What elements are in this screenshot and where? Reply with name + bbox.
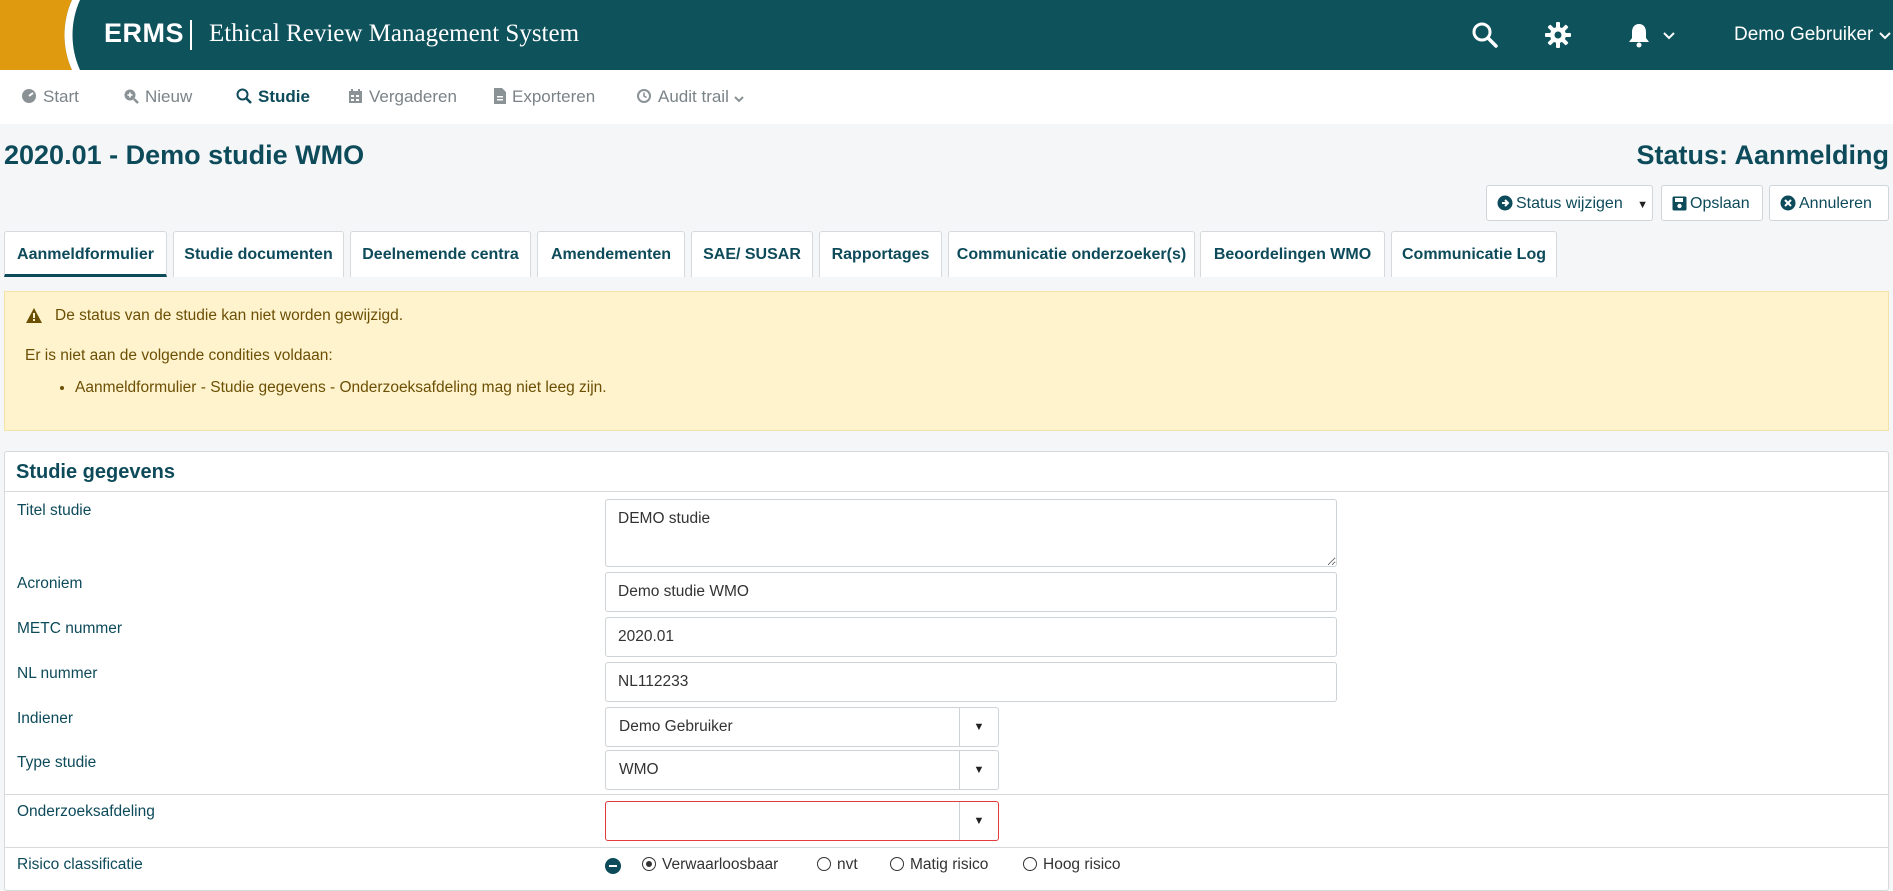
tab-communicatie-onderzoekers[interactable]: Communicatie onderzoeker(s) — [948, 231, 1195, 277]
clear-selection-icon[interactable] — [605, 858, 621, 874]
warning-icon — [26, 308, 42, 323]
calendar-icon — [349, 89, 362, 103]
radio-verwaarloosbaar[interactable]: Verwaarloosbaar — [642, 856, 778, 874]
nl-nummer-field[interactable] — [605, 662, 1337, 702]
radio-label: Matig risico — [910, 856, 989, 873]
type-studie-label: Type studie — [17, 754, 97, 771]
indiener-select[interactable]: Demo Gebruiker ▼ — [605, 707, 999, 747]
main-nav: Start Nieuw Studie Vergaderen Exporteren… — [0, 70, 1893, 124]
caret-down-icon: ▼ — [959, 802, 998, 840]
nav-start[interactable]: Start — [21, 70, 79, 124]
arrow-circle-right-icon — [1497, 195, 1513, 211]
chevron-down-icon — [1879, 32, 1892, 40]
save-button[interactable]: Opslaan — [1661, 185, 1763, 221]
status-title: Status: Aanmelding — [1636, 140, 1889, 170]
onderzoeksafdeling-select[interactable]: ▼ — [605, 801, 999, 841]
nav-exporteren[interactable]: Exporteren — [494, 70, 595, 124]
nav-start-label: Start — [43, 87, 79, 106]
radio-label: Verwaarloosbaar — [662, 856, 779, 873]
acroniem-label: Acroniem — [17, 575, 83, 592]
tab-bar: Aanmeldformulier Studie documenten Deeln… — [0, 231, 1893, 277]
brand-subtitle: Ethical Review Management System — [209, 20, 580, 47]
tab-sae-susar[interactable]: SAE/ SUSAR — [691, 231, 813, 277]
search-plus-icon — [124, 89, 139, 104]
radio-unchecked-icon — [1023, 857, 1037, 871]
tab-studie-documenten[interactable]: Studie documenten — [173, 231, 344, 277]
indiener-value: Demo Gebruiker — [619, 718, 733, 735]
user-menu[interactable]: Demo Gebruiker — [1734, 24, 1892, 46]
acroniem-field[interactable] — [605, 572, 1337, 612]
logo-icon — [0, 0, 80, 70]
history-icon — [637, 89, 651, 103]
caret-down-icon: ▼ — [959, 708, 998, 746]
section-title: Studie gegevens — [5, 452, 1888, 492]
search-icon[interactable] — [1470, 20, 1500, 50]
risico-classificatie-label: Risico classificatie — [17, 856, 143, 873]
radio-label: Hoog risico — [1043, 856, 1121, 873]
nav-vergaderen-label: Vergaderen — [369, 87, 457, 106]
tab-rapportages[interactable]: Rapportages — [819, 231, 942, 277]
radio-unchecked-icon — [890, 857, 904, 871]
cancel-button[interactable]: Annuleren — [1769, 185, 1889, 221]
chevron-down-icon — [734, 96, 744, 103]
radio-matig-risico[interactable]: Matig risico — [890, 856, 988, 874]
alert-conditions: Aanmeldformulier - Studie gegevens - Ond… — [25, 377, 607, 399]
radio-checked-icon — [642, 857, 656, 871]
chevron-down-icon[interactable] — [1662, 20, 1676, 50]
alert-title: De status van de studie kan niet worden … — [55, 307, 404, 324]
caret-down-icon: ▼ — [959, 751, 998, 789]
tab-amendementen[interactable]: Amendementen — [537, 231, 685, 277]
nav-studie-label: Studie — [258, 87, 310, 106]
radio-nvt[interactable]: nvt — [817, 856, 858, 874]
save-label: Opslaan — [1690, 195, 1750, 212]
nav-nieuw[interactable]: Nieuw — [123, 70, 192, 124]
status-change-label: Status wijzigen — [1516, 195, 1623, 212]
brand-name[interactable]: ERMS — [104, 18, 184, 49]
dashboard-icon — [22, 89, 36, 103]
nav-exporteren-label: Exporteren — [512, 87, 596, 106]
indiener-label: Indiener — [17, 710, 74, 727]
top-header: ERMS Ethical Review Management System De… — [0, 0, 1893, 70]
alert-intro: Er is niet aan de volgende condities vol… — [25, 347, 333, 364]
search-icon — [236, 88, 252, 104]
onderzoeksafdeling-label: Onderzoeksafdeling — [17, 803, 155, 820]
nav-audit-trail-label: Audit trail — [658, 87, 729, 106]
radio-hoog-risico[interactable]: Hoog risico — [1023, 856, 1121, 874]
metc-nummer-field[interactable] — [605, 617, 1337, 657]
gear-icon[interactable] — [1543, 20, 1573, 50]
type-studie-value: WMO — [619, 761, 659, 778]
tab-aanmeldformulier[interactable]: Aanmeldformulier — [4, 231, 167, 277]
tab-communicatie-log[interactable]: Communicatie Log — [1391, 231, 1557, 277]
nav-nieuw-label: Nieuw — [145, 87, 193, 106]
warning-alert: De status van de studie kan niet worden … — [4, 291, 1889, 431]
metc-nummer-label: METC nummer — [17, 620, 123, 637]
nl-nummer-label: NL nummer — [17, 665, 98, 682]
radio-label: nvt — [837, 856, 858, 873]
type-studie-select[interactable]: WMO ▼ — [605, 750, 999, 790]
caret-down-icon: ▼ — [1637, 199, 1649, 211]
close-circle-icon — [1780, 195, 1796, 211]
row-divider — [5, 847, 1888, 848]
page-title: 2020.01 - Demo studie WMO — [4, 140, 365, 170]
nav-studie[interactable]: Studie — [236, 70, 310, 124]
alert-condition-item: Aanmeldformulier - Studie gegevens - Ond… — [75, 377, 607, 399]
tab-beoordelingen-wmo[interactable]: Beoordelingen WMO — [1200, 231, 1385, 277]
status-change-button[interactable]: Status wijzigen ▼ — [1486, 185, 1653, 221]
studie-gegevens-card: Studie gegevens Titel studie DEMO studie… — [4, 451, 1889, 891]
nav-audit-trail[interactable]: Audit trail — [636, 70, 745, 124]
save-icon — [1672, 196, 1687, 211]
titel-studie-field[interactable]: DEMO studie — [605, 499, 1337, 567]
user-name: Demo Gebruiker — [1734, 24, 1874, 45]
row-divider — [5, 794, 1888, 795]
titel-studie-label: Titel studie — [17, 502, 92, 519]
cancel-label: Annuleren — [1799, 195, 1872, 212]
bell-icon[interactable] — [1624, 20, 1654, 50]
brand-divider — [190, 20, 192, 50]
radio-unchecked-icon — [817, 857, 831, 871]
nav-vergaderen[interactable]: Vergaderen — [348, 70, 457, 124]
file-export-icon — [494, 88, 506, 104]
tab-deelnemende-centra[interactable]: Deelnemende centra — [350, 231, 531, 277]
